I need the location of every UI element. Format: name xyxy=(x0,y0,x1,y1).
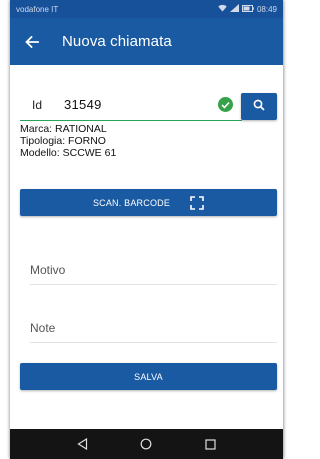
status-indicators: 08:49 xyxy=(218,4,277,14)
id-label: Id xyxy=(32,98,43,112)
search-button[interactable] xyxy=(241,93,277,120)
form-content: Id 31549 Marca: RATIONAL Tipologia: FORN… xyxy=(10,65,283,429)
tipologia-text: Tipologia: FORNO xyxy=(20,135,106,147)
motivo-underline xyxy=(30,284,277,285)
note-underline xyxy=(30,342,277,343)
scan-barcode-button[interactable]: SCAN. BARCODE xyxy=(20,189,277,216)
marca-text: Marca: RATIONAL xyxy=(20,123,107,135)
home-circle-icon[interactable] xyxy=(139,437,153,451)
motivo-field[interactable]: Motivo xyxy=(30,257,277,287)
arrow-left-icon[interactable] xyxy=(24,35,40,49)
modello-text: Modello: SCCWE 61 xyxy=(20,147,117,159)
id-input[interactable]: 31549 xyxy=(64,97,102,112)
id-field-row: Id 31549 xyxy=(20,91,277,121)
device-info: Marca: RATIONAL Tipologia: FORNO Modello… xyxy=(20,123,116,159)
motivo-placeholder: Motivo xyxy=(30,263,66,277)
app-bar: Nuova chiamata xyxy=(10,18,283,65)
save-button[interactable]: SALVA xyxy=(20,363,277,390)
recents-square-icon[interactable] xyxy=(204,437,218,451)
status-bar: vodafone IT 08:49 xyxy=(10,0,283,18)
note-placeholder: Note xyxy=(30,321,56,335)
signal-icon xyxy=(229,4,239,14)
status-time: 08:49 xyxy=(256,4,277,14)
battery-icon xyxy=(241,4,254,14)
scan-frame-icon xyxy=(190,195,204,210)
id-field-underline xyxy=(20,120,242,121)
page-title: Nuova chiamata xyxy=(62,33,172,50)
search-icon xyxy=(253,98,265,116)
system-nav-bar xyxy=(10,429,283,459)
check-circle-icon xyxy=(218,97,233,112)
phone-screen: vodafone IT 08:49 Nuova chiamata Id 3154… xyxy=(10,0,283,459)
save-button-label: SALVA xyxy=(134,371,163,382)
wifi-icon xyxy=(218,4,227,14)
carrier-name: vodafone IT xyxy=(16,4,59,14)
scan-barcode-label: SCAN. BARCODE xyxy=(92,197,171,208)
back-triangle-icon[interactable] xyxy=(75,437,89,451)
note-field[interactable]: Note xyxy=(30,315,277,345)
